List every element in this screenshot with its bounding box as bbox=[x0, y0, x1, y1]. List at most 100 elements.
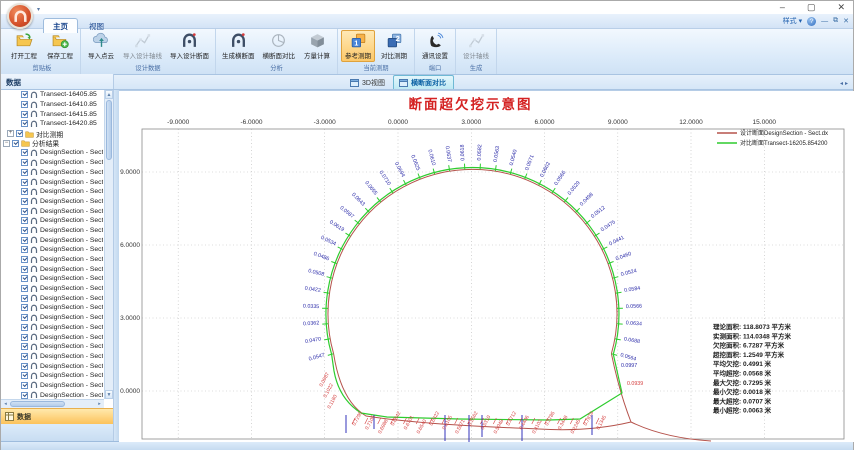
tree-item-design-section[interactable]: DesignSection - Sect bbox=[1, 293, 104, 303]
ribbon-button-方量计算[interactable]: 方量计算 bbox=[300, 30, 334, 62]
checkbox-checked[interactable] bbox=[21, 111, 28, 118]
ribbon-button-导入设计轴线[interactable]: 导入设计轴线 bbox=[120, 30, 165, 62]
checkbox-checked[interactable] bbox=[21, 120, 28, 127]
ribbon-button-保存工程[interactable]: 保存工程 bbox=[43, 30, 77, 62]
tree-item-design-section[interactable]: DesignSection - Sect bbox=[1, 177, 104, 187]
checkbox-checked[interactable] bbox=[21, 372, 28, 379]
tree-item-transect[interactable]: Transect-16410.85 bbox=[1, 100, 104, 110]
tree-item-design-section[interactable]: DesignSection - Sect bbox=[1, 206, 104, 216]
tree-item-design-section[interactable]: DesignSection - Sect bbox=[1, 284, 104, 294]
tree-item-design-section[interactable]: DesignSection - Sect bbox=[1, 313, 104, 323]
tree-item-design-section[interactable]: DesignSection - Sect bbox=[1, 264, 104, 274]
tree-item-design-section[interactable]: DesignSection - Sect bbox=[1, 323, 104, 333]
checkbox-checked[interactable] bbox=[21, 91, 28, 98]
tree-item-design-section[interactable]: DesignSection - Sect bbox=[1, 216, 104, 226]
ribbon-button-通讯设置[interactable]: 通讯设置 bbox=[418, 30, 452, 62]
ribbon-button-生成横断面[interactable]: 生成横断面 bbox=[219, 30, 258, 62]
checkbox-checked[interactable] bbox=[21, 353, 28, 360]
ribbon-tab-1[interactable]: 视图 bbox=[80, 19, 113, 33]
tree-item-transect[interactable]: Transect-16420.85 bbox=[1, 119, 104, 129]
tree-item-design-section[interactable]: DesignSection - Sect bbox=[1, 245, 104, 255]
tree-item-design-section[interactable]: DesignSection - Sect bbox=[1, 187, 104, 197]
tree-folder-results[interactable]: − 分析结果 bbox=[1, 138, 104, 148]
checkbox-checked[interactable] bbox=[21, 227, 28, 234]
minimize-button[interactable]: – bbox=[780, 1, 785, 14]
checkbox-checked[interactable] bbox=[21, 198, 28, 205]
tree-item-design-section[interactable]: DesignSection - Sect bbox=[1, 381, 104, 391]
tree-item-design-section[interactable]: DesignSection - Sect bbox=[1, 158, 104, 168]
section-compare-viewport[interactable]: -9.0000-6.0000-3.00000.00003.00006.00009… bbox=[119, 90, 853, 441]
tree-item-design-section[interactable]: DesignSection - Sect bbox=[1, 226, 104, 236]
checkbox-checked[interactable] bbox=[21, 324, 28, 331]
checkbox-checked[interactable] bbox=[21, 304, 28, 311]
checkbox-checked[interactable] bbox=[21, 382, 28, 389]
scroll-thumb-h[interactable] bbox=[10, 401, 65, 407]
tree-item-design-section[interactable]: DesignSection - Sect bbox=[1, 148, 104, 158]
tree-vertical-scrollbar[interactable]: ▲ ▼ bbox=[104, 90, 113, 399]
checkbox-checked[interactable] bbox=[12, 140, 19, 147]
ribbon-button-设计轴线[interactable]: 设计轴线 bbox=[459, 30, 493, 62]
checkbox-checked[interactable] bbox=[21, 237, 28, 244]
ribbon-minimize-button[interactable]: — bbox=[821, 18, 828, 25]
checkbox-checked[interactable] bbox=[21, 392, 28, 399]
tree-item-design-section[interactable]: DesignSection - Sect bbox=[1, 255, 104, 265]
tree-item-design-section[interactable]: DesignSection - Sect bbox=[1, 168, 104, 178]
checkbox-checked[interactable] bbox=[21, 208, 28, 215]
ribbon-button-导入设计断面[interactable]: 导入设计断面 bbox=[167, 30, 212, 62]
checkbox-checked[interactable] bbox=[21, 188, 28, 195]
ribbon-restore-button[interactable]: ⧉ bbox=[833, 17, 838, 25]
checkbox-checked[interactable] bbox=[21, 266, 28, 273]
close-button[interactable]: ✕ bbox=[837, 1, 845, 14]
tree-item-design-section[interactable]: DesignSection - Sect bbox=[1, 352, 104, 362]
style-menu-button[interactable]: 样式 ▾ bbox=[783, 16, 802, 26]
checkbox-checked[interactable] bbox=[21, 101, 28, 108]
tree-item-design-section[interactable]: DesignSection - Sect bbox=[1, 274, 104, 284]
app-menu-button[interactable] bbox=[7, 3, 33, 29]
ribbon-button-参考测期[interactable]: 1 参考测期 bbox=[341, 30, 375, 62]
checkbox-checked[interactable] bbox=[21, 314, 28, 321]
tree-item-transect[interactable]: Transect-16415.85 bbox=[1, 109, 104, 119]
ribbon-button-导入点云[interactable]: 导入点云 bbox=[84, 30, 118, 62]
checkbox-checked[interactable] bbox=[21, 363, 28, 370]
scroll-down-arrow[interactable]: ▼ bbox=[105, 390, 113, 399]
checkbox-checked[interactable] bbox=[21, 159, 28, 166]
expander-expanded-icon[interactable]: − bbox=[3, 140, 10, 147]
checkbox-checked[interactable] bbox=[16, 130, 23, 137]
scroll-thumb[interactable] bbox=[106, 100, 112, 160]
checkbox-checked[interactable] bbox=[21, 275, 28, 282]
checkbox-checked[interactable] bbox=[21, 334, 28, 341]
cross-section-chart[interactable]: -9.0000-6.0000-3.00000.00003.00006.00009… bbox=[119, 91, 854, 442]
tree-item-design-section[interactable]: DesignSection - Sect bbox=[1, 390, 104, 399]
tree-horizontal-scrollbar[interactable]: ◂ ▸ bbox=[1, 399, 104, 408]
checkbox-checked[interactable] bbox=[21, 256, 28, 263]
checkbox-checked[interactable] bbox=[21, 149, 28, 156]
scroll-up-arrow[interactable]: ▲ bbox=[105, 90, 113, 99]
maximize-button[interactable]: ▢ bbox=[807, 1, 816, 14]
checkbox-checked[interactable] bbox=[21, 179, 28, 186]
tree-item-design-section[interactable]: DesignSection - Sect bbox=[1, 235, 104, 245]
data-panel-bottom-tab[interactable]: 数据 bbox=[1, 408, 113, 424]
ribbon-button-横断面对比[interactable]: 横断面对比 bbox=[260, 30, 299, 62]
tree-item-design-section[interactable]: DesignSection - Sect bbox=[1, 332, 104, 342]
scroll-left-arrow[interactable]: ◂ bbox=[1, 401, 10, 407]
tree-item-design-section[interactable]: DesignSection - Sect bbox=[1, 342, 104, 352]
tree-folder-compare[interactable]: + 对比测期 bbox=[1, 129, 104, 139]
ribbon-button-打开工程[interactable]: 打开工程 bbox=[7, 30, 41, 62]
ribbon-close-button[interactable]: ✕ bbox=[843, 17, 849, 25]
checkbox-checked[interactable] bbox=[21, 295, 28, 302]
checkbox-checked[interactable] bbox=[21, 343, 28, 350]
tree-item-design-section[interactable]: DesignSection - Sect bbox=[1, 303, 104, 313]
tree-item-transect[interactable]: Transect-16405.85 bbox=[1, 90, 104, 100]
scroll-right-arrow[interactable]: ▸ bbox=[95, 401, 104, 407]
help-icon[interactable]: ? bbox=[807, 17, 816, 26]
tree-item-design-section[interactable]: DesignSection - Sect bbox=[1, 371, 104, 381]
checkbox-checked[interactable] bbox=[21, 169, 28, 176]
checkbox-checked[interactable] bbox=[21, 217, 28, 224]
ribbon-tab-0[interactable]: 主页 bbox=[43, 18, 78, 33]
tree-item-design-section[interactable]: DesignSection - Sect bbox=[1, 197, 104, 207]
tree-item-design-section[interactable]: DesignSection - Sect bbox=[1, 361, 104, 371]
checkbox-checked[interactable] bbox=[21, 285, 28, 292]
quick-access-arrow-icon[interactable]: ▾ bbox=[37, 6, 40, 13]
doc-tab-1[interactable]: 横断面对比 bbox=[393, 75, 454, 89]
doc-tab-scroll-arrows[interactable]: ◂▸ bbox=[840, 80, 850, 87]
